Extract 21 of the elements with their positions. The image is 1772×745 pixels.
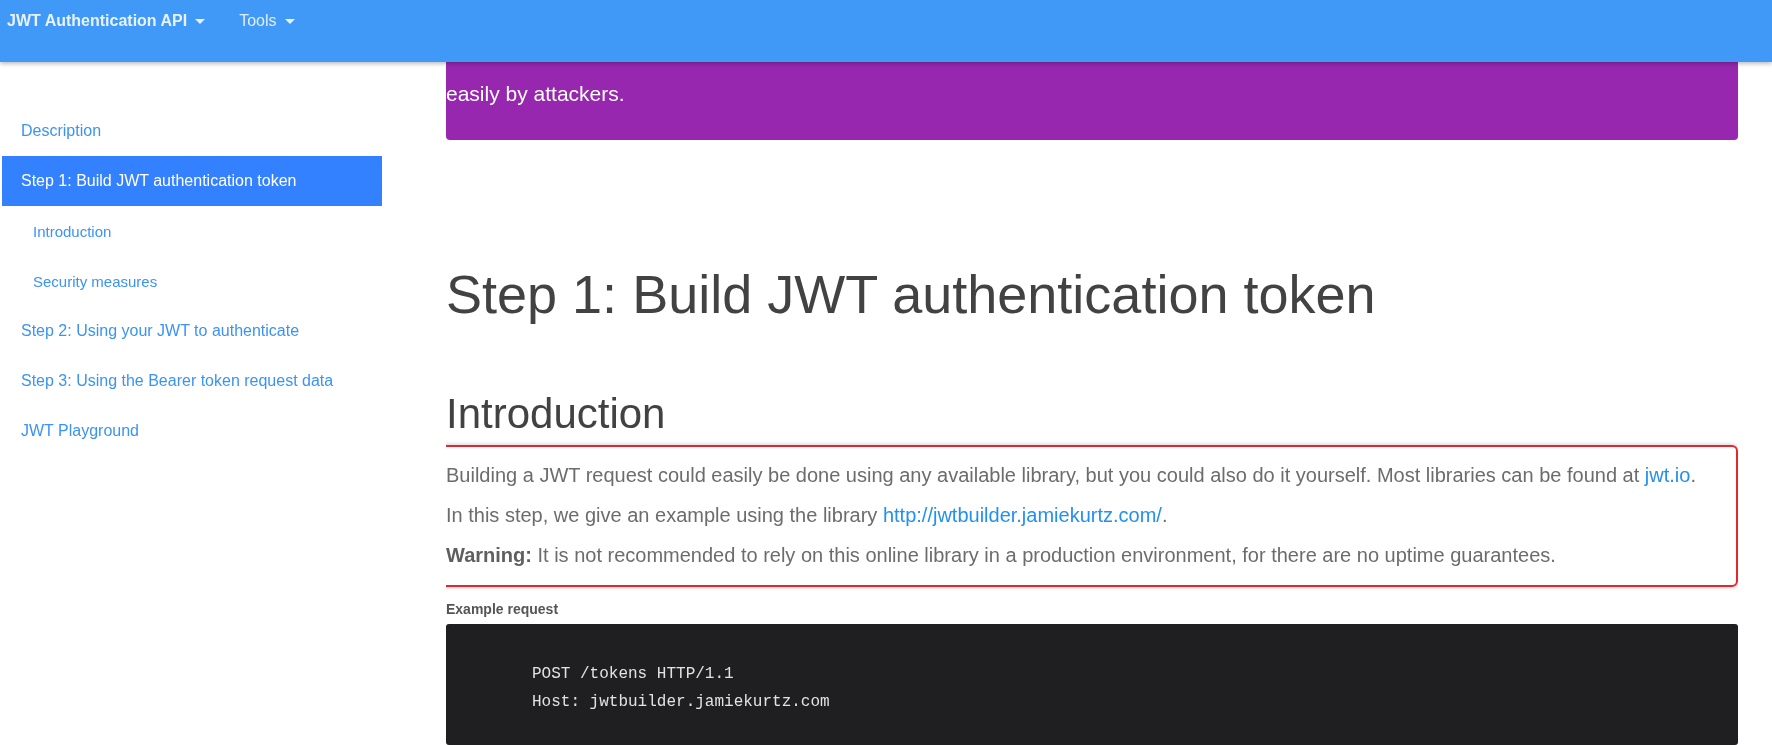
page-heading: Step 1: Build JWT authentication token bbox=[446, 263, 1376, 326]
warning-text: Warning: It is not recommended to rely on this online library in a production environment, for there are no uptime guarantees. bbox=[446, 543, 1557, 569]
notice-text: easily by attackers. bbox=[446, 82, 625, 106]
code-line: Host: jwtbuilder.jamiekurtz.com bbox=[532, 692, 830, 714]
caret-icon bbox=[284, 18, 295, 24]
sidebar-item[interactable]: Step 1: Build JWT authentication token bbox=[2, 156, 382, 206]
sidebar-item[interactable]: Security measures bbox=[0, 256, 382, 306]
link[interactable]: http://jwtbuilder.jamiekurtz.com/ bbox=[882, 504, 1162, 527]
sidebar-item[interactable]: Step 3: Using the Bearer token request data bbox=[0, 356, 382, 406]
link[interactable]: jwt.io bbox=[1644, 464, 1691, 487]
sidebar-item[interactable]: Step 2: Using your JWT to authenticate bbox=[0, 306, 382, 356]
code-line: POST /tokens HTTP/1.1 bbox=[532, 664, 734, 686]
sidebar-item[interactable]: JWT Playground bbox=[0, 406, 382, 456]
nav-menu[interactable]: Tools bbox=[239, 8, 295, 34]
caret-icon bbox=[195, 18, 206, 24]
section-heading: Introduction bbox=[446, 388, 666, 439]
intro-paragraph: Building a JWT request could easily be done using any available library, but you could also do it yourself. Most libraries can be found at jwt.io. In this step, we give an example using the library http://jwtbuilder.jamiekurtz.com/. bbox=[446, 463, 1697, 529]
nav-menu[interactable]: JWT Authentication API bbox=[7, 8, 206, 34]
sidebar-item[interactable]: Description bbox=[0, 106, 382, 156]
sidebar-item[interactable]: Introduction bbox=[0, 206, 382, 256]
example-label: Example request bbox=[446, 601, 559, 618]
